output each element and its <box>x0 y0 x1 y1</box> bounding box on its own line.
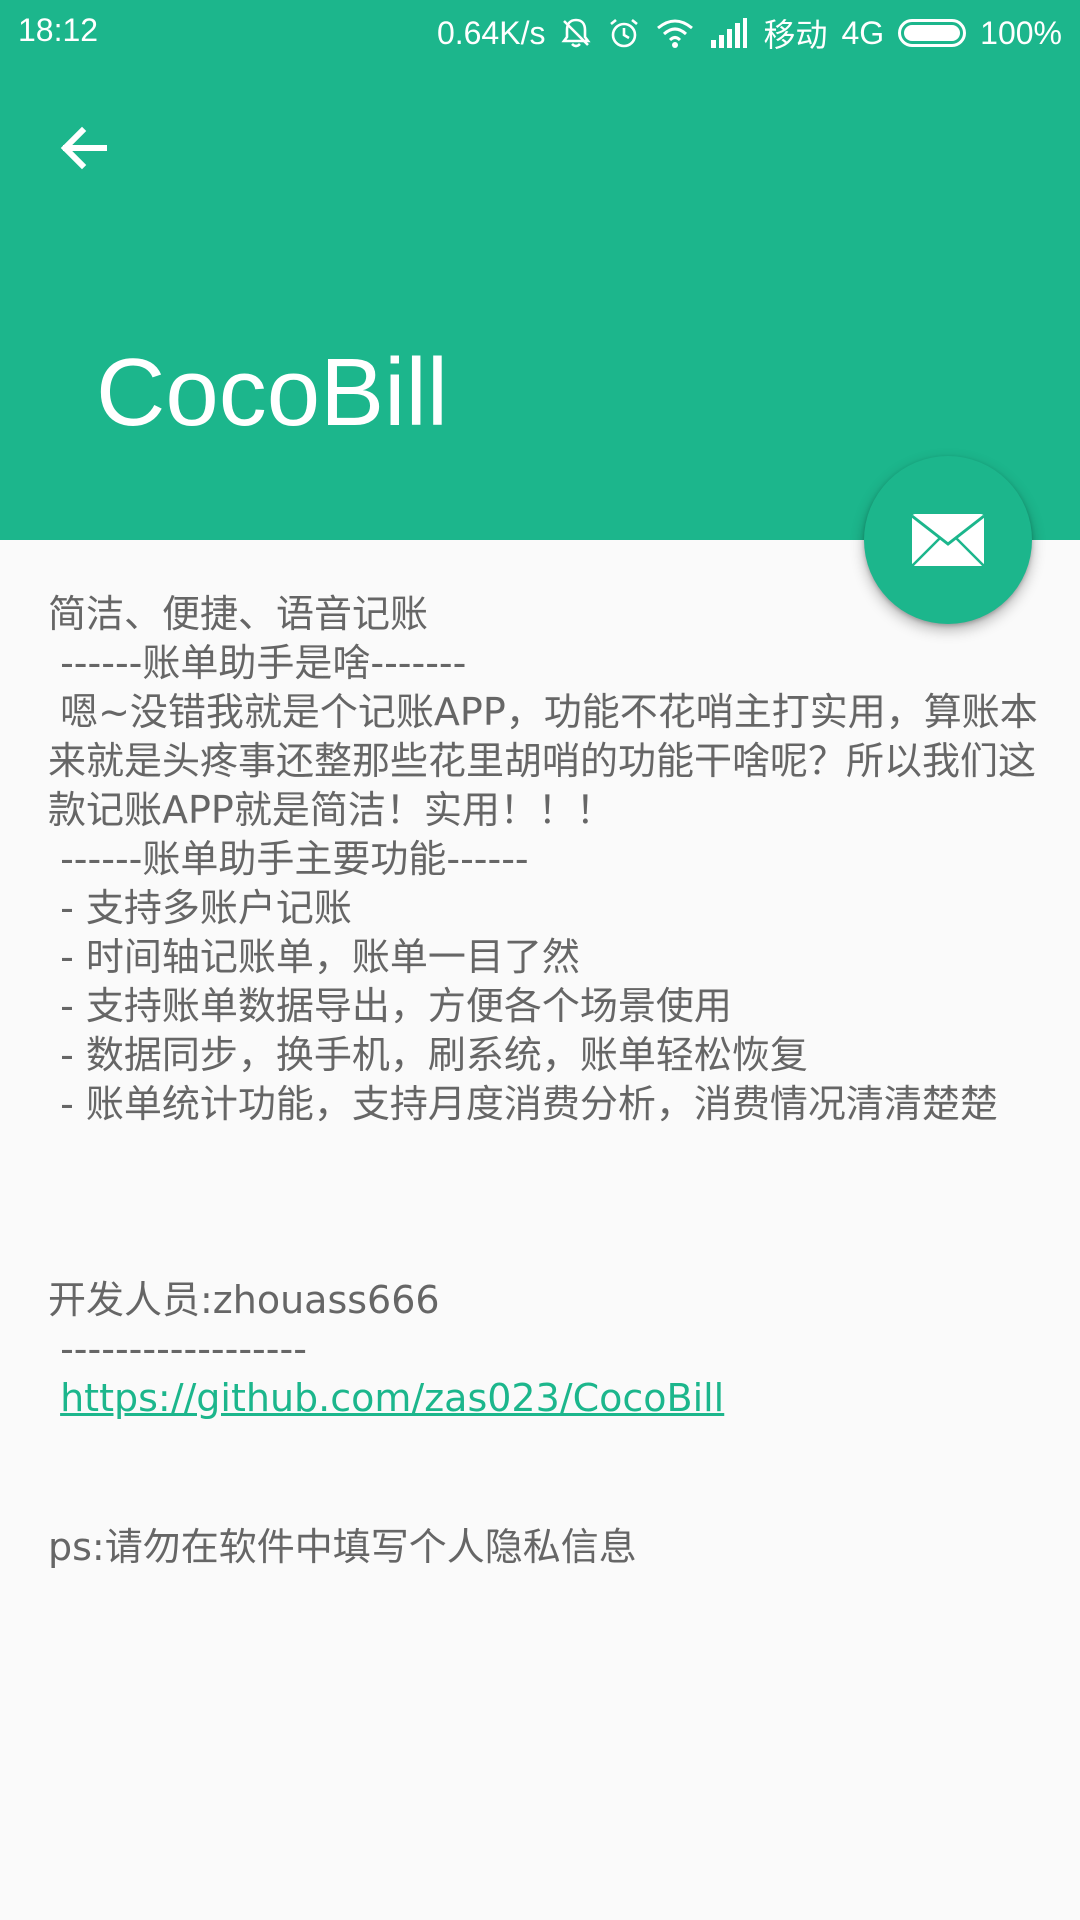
alarm-icon <box>607 15 641 51</box>
description-line: - 支持账单数据导出，方便各个场景使用 <box>48 984 732 1028</box>
arrow-left-icon <box>60 126 107 170</box>
description-line: - 数据同步，换手机，刷系统，账单轻松恢复 <box>48 1033 808 1077</box>
network-speed: 0.64K/s <box>436 14 546 51</box>
description-line: ------账单助手主要功能------ <box>48 837 529 881</box>
status-time: 18:12 <box>18 12 99 48</box>
signal-icon <box>709 15 749 51</box>
carrier-label: 移动 <box>763 17 828 53</box>
back-button[interactable] <box>44 108 124 188</box>
app-header: 18:12 0.64K/s 移动 4G 100% CocoBill <box>0 0 1080 540</box>
separator-line: ------------------ <box>48 1327 307 1371</box>
privacy-note: ps:请勿在软件中填写个人隐私信息 <box>48 1525 637 1569</box>
network-type: 4G <box>841 14 885 51</box>
description-line: 简洁、便捷、语音记账 <box>48 592 429 636</box>
about-description: 简洁、便捷、语音记账 ------账单助手是啥------- 嗯~没错我就是个记… <box>48 590 1038 1572</box>
status-bar: 18:12 0.64K/s 移动 4G 100% <box>0 0 1080 62</box>
page-title: CocoBill <box>96 339 449 446</box>
description-line: ------账单助手是啥------- <box>48 641 467 685</box>
battery-level: 100% <box>980 14 1062 51</box>
mail-icon <box>911 514 985 567</box>
battery-icon <box>898 19 967 47</box>
description-line: - 账单统计功能，支持月度消费分析，消费情况清清楚楚 <box>48 1082 998 1126</box>
about-screen: 18:12 0.64K/s 移动 4G 100% CocoBill 简洁、便捷、… <box>0 0 1080 1920</box>
mute-icon <box>559 15 593 51</box>
description-line: 嗯~没错我就是个记账APP，功能不花哨主打实用，算账本来就是头疼事还整那些花里胡… <box>48 690 1038 832</box>
wifi-icon <box>655 15 695 51</box>
status-icons: 0.64K/s 移动 4G 100% <box>437 10 1062 56</box>
description-line: - 支持多账户记账 <box>48 886 352 930</box>
description-line: - 时间轴记账单，账单一目了然 <box>48 935 580 979</box>
github-link[interactable]: https://github.com/zas023/CocoBill <box>60 1376 724 1420</box>
developer-label: 开发人员:zhouass666 <box>48 1278 440 1322</box>
